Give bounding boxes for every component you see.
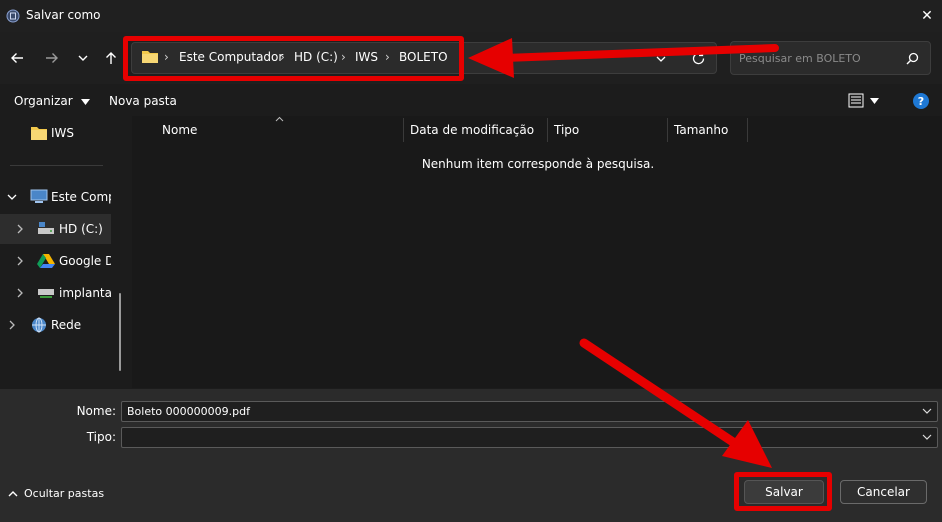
sidebar-item-hd-c[interactable]: HD (C:) <box>0 214 111 244</box>
sidebar-item-label: IWS <box>51 126 75 140</box>
organize-button[interactable]: Organizar <box>14 94 90 108</box>
arrow-right-icon <box>46 53 58 63</box>
sidebar-item-label: Google Drive <box>59 254 111 268</box>
network-icon <box>32 317 46 333</box>
drive-icon <box>38 222 54 234</box>
back-button[interactable] <box>5 46 29 70</box>
chevron-down-icon[interactable] <box>6 190 18 204</box>
sidebar-item-google-drive[interactable]: Google Drive <box>0 246 111 276</box>
google-drive-icon <box>37 254 55 268</box>
save-highlight-box <box>734 472 832 511</box>
empty-state-message: Nenhum item corresponde à pesquisa. <box>421 157 655 171</box>
hide-folders-label: Ocultar pastas <box>24 487 105 500</box>
sidebar-scrollbar[interactable] <box>119 293 121 371</box>
address-dropdown-icon[interactable] <box>655 53 667 65</box>
cancel-button[interactable]: Cancelar <box>840 480 927 504</box>
chevron-down-icon[interactable] <box>922 406 932 416</box>
forward-button[interactable] <box>40 46 64 70</box>
sidebar-item-iws[interactable]: IWS <box>0 118 111 148</box>
app-icon <box>6 9 20 23</box>
arrow-up-icon <box>106 52 116 64</box>
computer-icon <box>30 189 48 203</box>
sidebar-item-label: Rede <box>51 318 82 332</box>
column-header-type[interactable]: Tipo <box>554 123 579 137</box>
chevron-down-icon <box>78 55 88 61</box>
filename-input[interactable] <box>127 404 907 419</box>
filetype-label: Tipo: <box>86 430 116 444</box>
close-button[interactable]: ✕ <box>912 1 942 31</box>
caret-down-icon <box>870 97 879 104</box>
hide-folders-button[interactable]: Ocultar pastas <box>8 487 104 500</box>
filetype-value <box>127 430 907 445</box>
column-header-size[interactable]: Tamanho <box>674 123 728 137</box>
sidebar-item-label: Este Computador <box>51 190 111 204</box>
close-icon: ✕ <box>921 8 933 24</box>
column-divider[interactable] <box>547 118 548 142</box>
chevron-right-icon[interactable] <box>6 318 18 332</box>
search-icon <box>906 52 919 65</box>
organize-label: Organizar <box>14 94 73 108</box>
recent-locations-button[interactable] <box>71 46 95 70</box>
column-header-date[interactable]: Data de modificação <box>410 123 534 137</box>
sidebar-item-rede[interactable]: Rede <box>0 310 111 340</box>
chevron-right-icon[interactable] <box>14 286 26 300</box>
filename-label: Nome: <box>76 404 116 418</box>
column-divider[interactable] <box>403 118 404 142</box>
column-header-name[interactable]: Nome <box>162 123 197 137</box>
search-input[interactable] <box>739 50 899 66</box>
chevron-down-icon[interactable] <box>922 432 932 442</box>
refresh-icon[interactable] <box>691 51 706 66</box>
sort-ascending-icon <box>275 116 284 122</box>
window-title: Salvar como <box>26 8 101 22</box>
chevron-right-icon[interactable] <box>14 222 26 236</box>
column-divider[interactable] <box>747 118 748 142</box>
svg-text:?: ? <box>918 95 924 108</box>
sidebar-item-este-computador[interactable]: Este Computador <box>0 182 111 212</box>
view-options-button[interactable] <box>848 93 879 108</box>
sidebar-item-label: implantacao <box>59 286 111 300</box>
chevron-right-icon[interactable] <box>14 254 26 268</box>
sidebar-divider <box>10 165 103 166</box>
arrow-left-icon <box>11 53 23 63</box>
address-highlight-box <box>123 36 464 81</box>
filetype-select[interactable] <box>121 427 938 448</box>
sidebar-item-implantacao[interactable]: implantacao <box>0 278 111 308</box>
folder-icon <box>31 127 47 140</box>
column-divider[interactable] <box>667 118 668 142</box>
chevron-up-icon <box>8 491 18 497</box>
navigation-pane: IWS Este Computador HD (C:) Google Drive… <box>0 116 131 388</box>
network-drive-icon <box>38 289 54 298</box>
filename-field[interactable] <box>121 401 938 422</box>
help-icon[interactable]: ? <box>913 93 929 109</box>
search-box[interactable] <box>730 41 931 75</box>
up-button[interactable] <box>99 46 123 70</box>
sidebar-item-label: HD (C:) <box>59 222 103 236</box>
details-view-icon <box>848 93 864 108</box>
new-folder-button[interactable]: Nova pasta <box>109 94 177 108</box>
title-bar <box>0 0 942 32</box>
caret-down-icon <box>80 98 90 105</box>
